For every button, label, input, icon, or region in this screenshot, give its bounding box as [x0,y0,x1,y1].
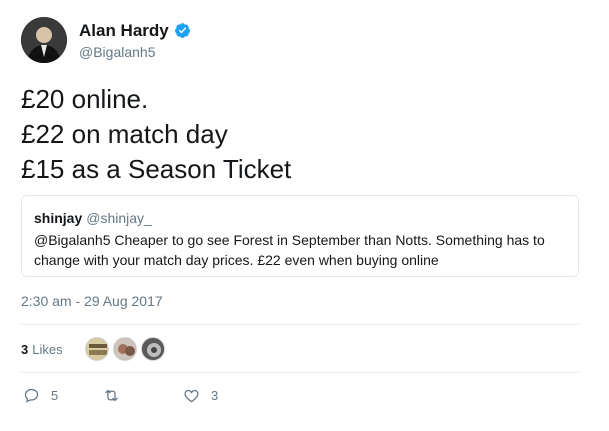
like-button[interactable]: 3 [183,387,218,404]
reply-button[interactable]: 5 [23,387,103,404]
likers-facepile [84,337,169,361]
quoted-tweet-text: @Bigalanh5 Cheaper to go see Forest in S… [34,232,545,268]
quoted-tweet[interactable]: shinjay @shinjay_ @Bigalanh5 Cheaper to g… [21,195,579,277]
tweet-text-line: £20 online. [21,84,149,114]
tweet-actions: 5 3 [23,384,218,406]
quoted-tweet-header: shinjay @shinjay_ [34,209,566,227]
tweet-text-line: £22 on match day [21,119,228,149]
author-display-name[interactable]: Alan Hardy [79,21,169,41]
verified-badge-icon [174,22,191,39]
liker-avatar[interactable] [84,337,109,361]
author-name-row: Alan Hardy [79,21,191,41]
like-count: 3 [211,387,219,403]
retweet-icon [105,389,118,401]
divider [21,324,579,325]
likes-label[interactable]: Likes [32,342,62,357]
retweet-button[interactable] [103,387,183,404]
tweet-header: Alan Hardy @Bigalanh5 [21,14,191,66]
quoted-display-name: shinjay [34,210,83,226]
author-avatar[interactable] [21,17,67,63]
divider [21,372,579,373]
author-handle[interactable]: @Bigalanh5 [79,44,191,60]
tweet-text: £20 online. £22 on match day £15 as a Se… [21,82,591,187]
quoted-handle: @shinjay_ [86,210,152,226]
liker-avatar[interactable] [140,337,165,361]
reply-icon [24,388,39,403]
author-info: Alan Hardy @Bigalanh5 [79,21,191,60]
likes-count[interactable]: 3 [21,342,28,357]
reply-count: 5 [51,387,59,403]
tweet-stats: 3 Likes [21,333,169,365]
tweet-timestamp[interactable]: 2:30 am - 29 Aug 2017 [21,293,163,309]
liker-avatar[interactable] [112,337,137,361]
heart-icon [184,389,199,402]
tweet-text-line: £15 as a Season Ticket [21,154,292,184]
tweet-card: Alan Hardy @Bigalanh5 £20 online. £22 on… [0,0,609,431]
